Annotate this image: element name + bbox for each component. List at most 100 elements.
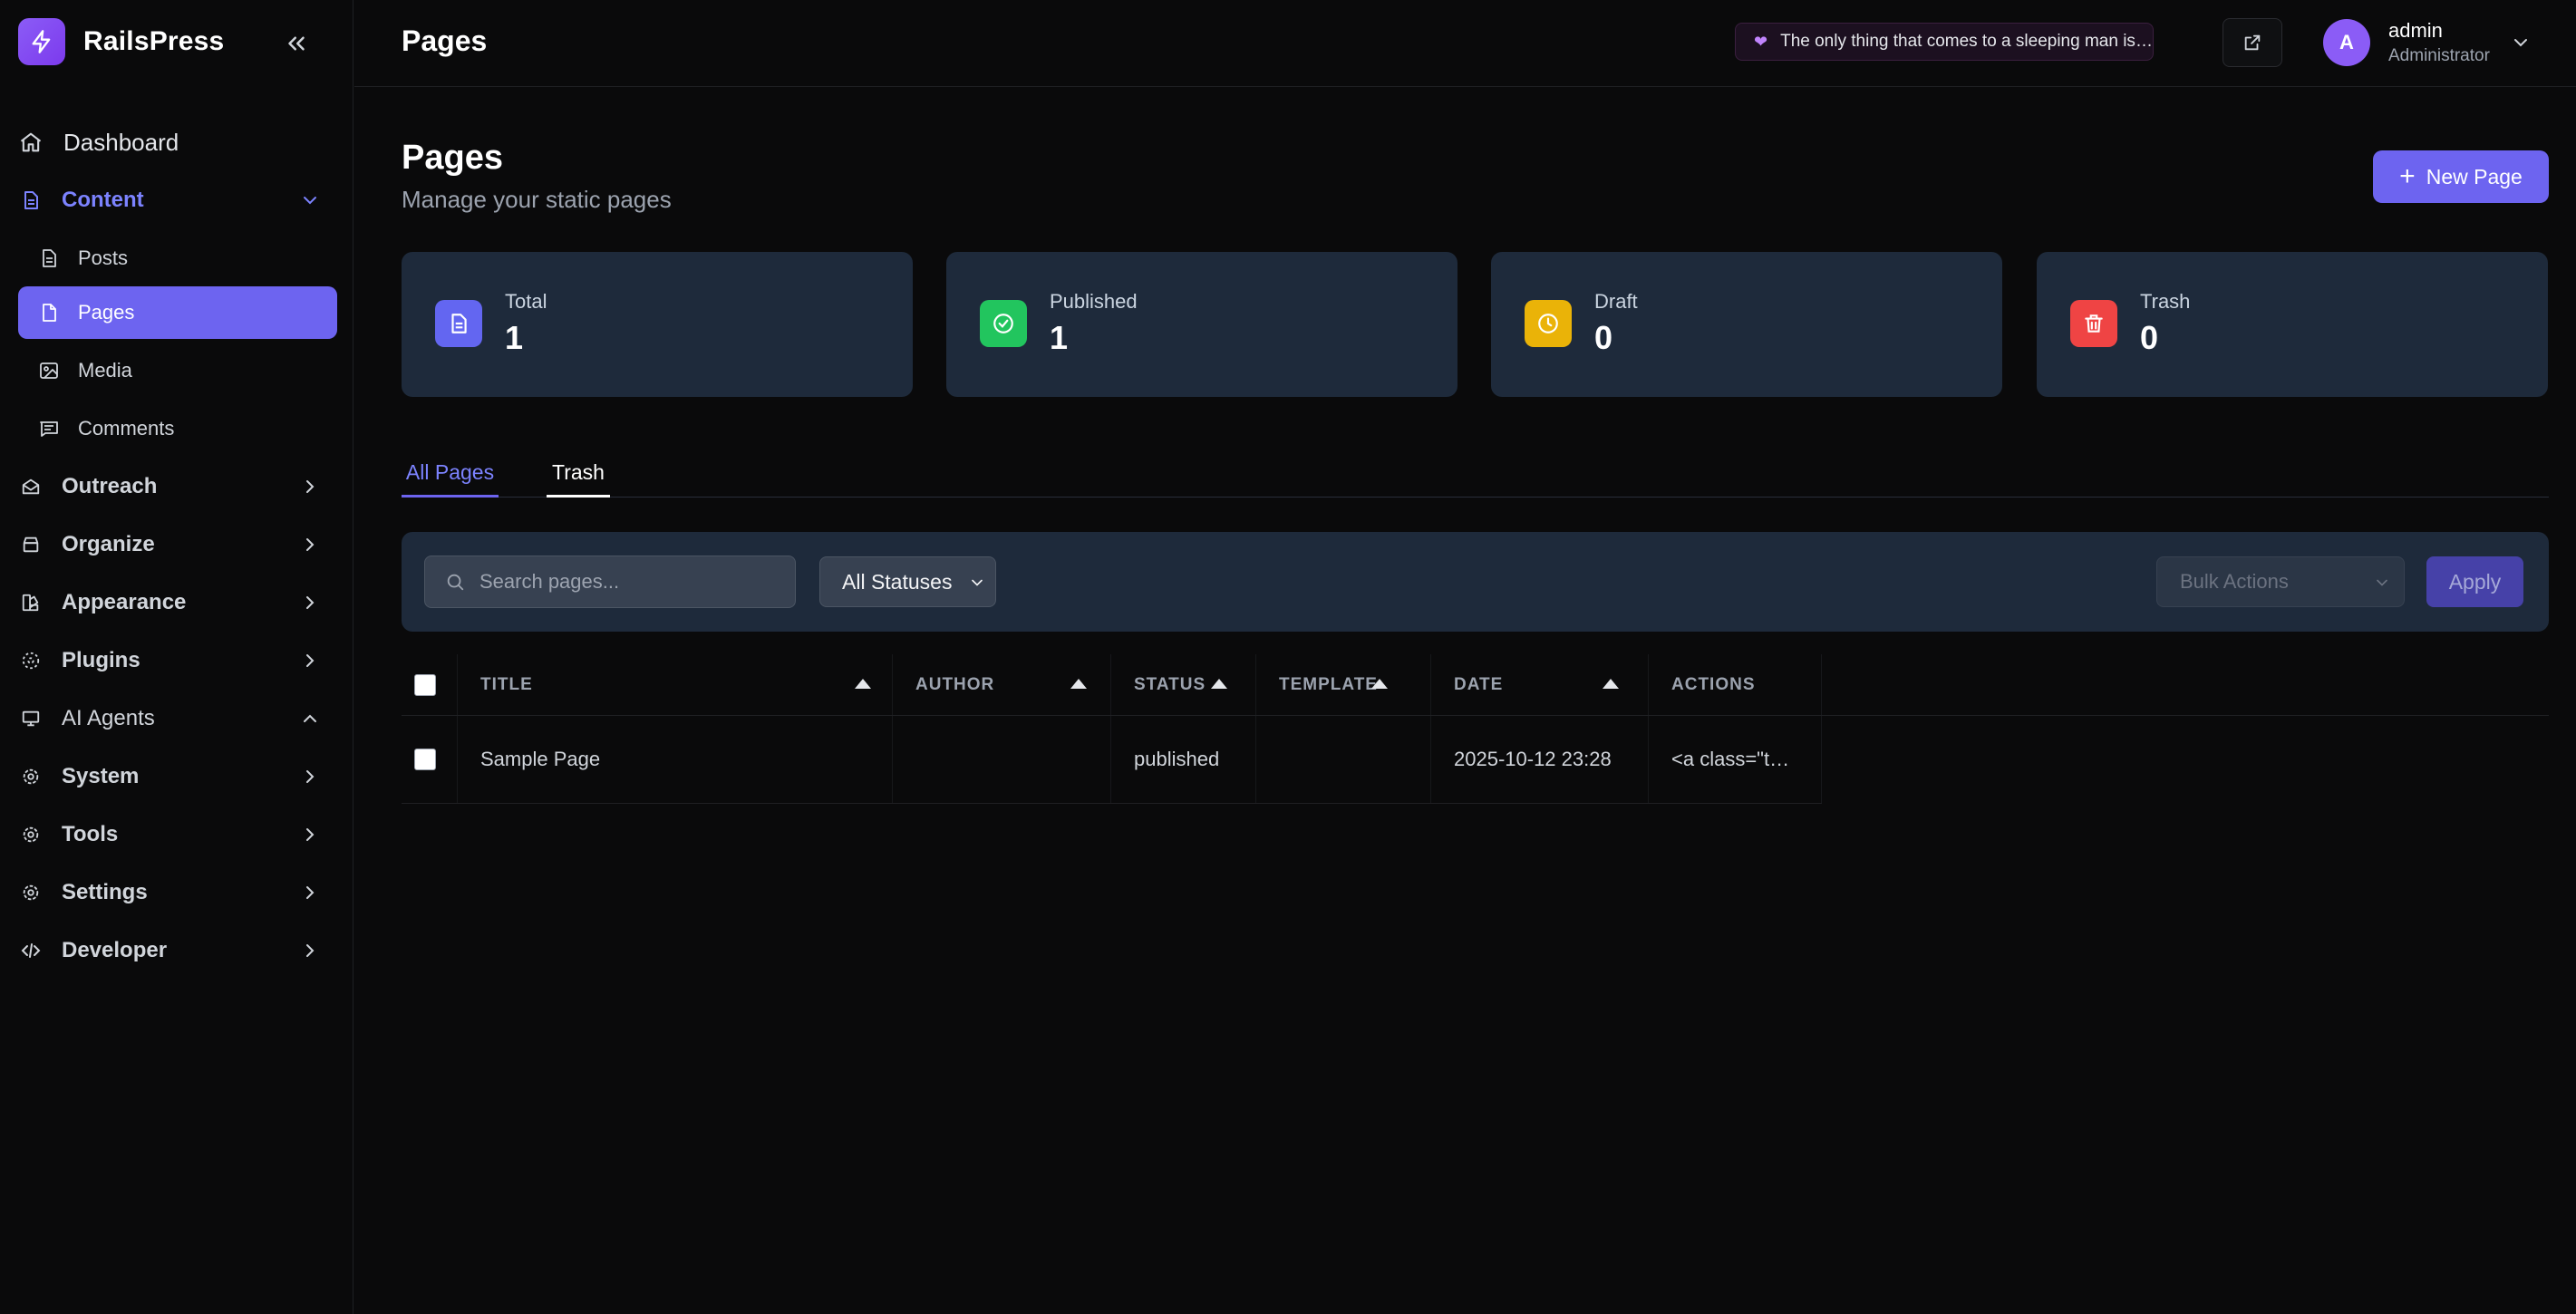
sidebar-item-organize[interactable]: Organize (18, 518, 337, 571)
sidebar-item-label: Posts (78, 246, 129, 269)
sidebar-item-dashboard[interactable]: Dashboard (18, 116, 337, 169)
folder-icon (18, 532, 44, 557)
sidebar-item-label: Tools (62, 822, 119, 846)
sidebar-item-label: Pages (78, 301, 135, 324)
sidebar-item-outreach[interactable]: Outreach (18, 460, 337, 513)
chevron-right-icon (306, 944, 315, 957)
column-label: STATUS (1134, 674, 1206, 694)
lightning-logo-icon (18, 18, 65, 65)
quote-text: The only thing that comes to a sleeping … (1780, 32, 2153, 51)
sidebar-item-plugins[interactable]: Plugins (18, 634, 337, 687)
column-header-author[interactable]: AUTHOR (893, 654, 1111, 715)
bulk-actions-value: Bulk Actions (2180, 570, 2289, 593)
clock-icon (1525, 300, 1572, 347)
stat-label: Draft (1594, 290, 1638, 313)
plugin-icon (18, 648, 44, 673)
image-icon (40, 362, 58, 379)
sidebar-item-label: System (62, 764, 140, 788)
column-label: TITLE (480, 674, 533, 694)
sort-asc-icon[interactable] (1603, 679, 1619, 689)
sidebar-item-posts[interactable]: Posts (18, 232, 337, 285)
table-row[interactable]: Sample Page published 2025-10-12 23:28 <… (402, 716, 1822, 804)
sidebar-item-tools[interactable]: Tools (18, 808, 337, 861)
apply-button[interactable]: Apply (2426, 556, 2523, 607)
sidebar-item-label: Comments (78, 417, 175, 440)
code-icon (18, 938, 44, 963)
stat-value: 0 (1594, 319, 1613, 356)
chevron-down-icon (972, 579, 983, 586)
chevron-down-icon (2513, 39, 2527, 47)
mail-open-icon (18, 474, 44, 499)
sidebar-item-label: Developer (62, 938, 168, 962)
status-filter-select[interactable]: All Statuses (819, 556, 996, 607)
sidebar-item-appearance[interactable]: Appearance (18, 576, 337, 629)
cell-title[interactable]: Sample Page (458, 716, 893, 803)
sidebar-item-content[interactable]: Content (18, 174, 337, 227)
brand[interactable]: RailsPress (18, 18, 224, 65)
stat-card-trash: Trash 0 (2037, 252, 2548, 397)
cell-date: 2025-10-12 23:28 (1431, 716, 1649, 803)
sidebar-item-label: AI Agents (62, 706, 155, 730)
tabs: All Pages Trash (402, 450, 2549, 498)
column-header-date[interactable]: DATE (1431, 654, 1649, 715)
sort-asc-icon[interactable] (855, 679, 871, 689)
sidebar: RailsPress Dashboard Content Posts Pages (0, 0, 353, 1314)
brand-name: RailsPress (83, 26, 225, 56)
tab-trash[interactable]: Trash (547, 450, 610, 498)
column-header-template[interactable]: TEMPLATE (1256, 654, 1431, 715)
new-page-button[interactable]: + New Page (2373, 150, 2549, 203)
sidebar-item-label: Plugins (62, 648, 140, 672)
user-meta: admin Administrator (2388, 19, 2490, 66)
sort-asc-icon[interactable] (1211, 679, 1227, 689)
view-site-button[interactable] (2223, 18, 2282, 67)
sort-asc-icon[interactable] (1070, 679, 1087, 689)
chevron-right-icon (306, 538, 315, 551)
cell-status: published (1111, 716, 1256, 803)
comment-icon (40, 421, 58, 437)
double-chevron-left-icon (288, 36, 305, 51)
sidebar-item-pages[interactable]: Pages (18, 286, 337, 339)
column-header-status[interactable]: STATUS (1111, 654, 1256, 715)
check-circle-icon (980, 300, 1027, 347)
bulk-actions-select[interactable]: Bulk Actions (2156, 556, 2405, 607)
chevron-right-icon (306, 596, 315, 609)
cell-actions[interactable]: <a class="t… (1649, 716, 1822, 803)
heart-icon: ❤ (1754, 32, 1768, 51)
page-subtitle: Manage your static pages (402, 186, 672, 213)
sidebar-item-label: Appearance (62, 590, 187, 614)
row-checkbox[interactable] (414, 749, 436, 770)
file-icon (43, 304, 56, 322)
sidebar-item-label: Settings (62, 880, 148, 904)
sidebar-item-comments[interactable]: Comments (18, 402, 337, 455)
file-text-icon (43, 249, 56, 267)
sidebar-item-label: Outreach (62, 474, 158, 498)
quote-banner: ❤ The only thing that comes to a sleepin… (1735, 23, 2154, 61)
gear-icon (18, 822, 44, 847)
sidebar-item-settings[interactable]: Settings (18, 866, 337, 919)
tab-all-pages[interactable]: All Pages (402, 450, 499, 498)
sidebar-item-label: Content (62, 188, 144, 212)
external-link-icon (2244, 34, 2261, 51)
search-input[interactable] (479, 570, 779, 594)
collapse-sidebar-button[interactable] (276, 24, 316, 63)
sidebar-item-label: Dashboard (63, 128, 179, 156)
sidebar-item-media[interactable]: Media (18, 344, 337, 397)
select-all-checkbox[interactable] (414, 673, 436, 696)
user-menu[interactable]: A admin Administrator (2323, 16, 2532, 69)
sidebar-item-ai-agents[interactable]: AI Agents (18, 692, 337, 745)
gear-icon (18, 880, 44, 905)
user-name: admin (2388, 19, 2443, 42)
sidebar-item-developer[interactable]: Developer (18, 924, 337, 977)
trash-icon (2070, 300, 2117, 347)
sort-asc-icon[interactable] (1371, 679, 1388, 689)
header-title: Pages (402, 24, 488, 57)
column-label: AUTHOR (915, 674, 995, 694)
cell-author (893, 716, 1111, 803)
palette-icon (18, 590, 44, 615)
filter-bar: All Statuses Bulk Actions Apply (402, 532, 2549, 632)
sidebar-item-label: Organize (62, 532, 155, 556)
row-select-cell (402, 716, 458, 803)
column-header-title[interactable]: TITLE (458, 654, 893, 715)
sidebar-item-system[interactable]: System (18, 750, 337, 803)
chevron-down-icon (304, 197, 316, 205)
